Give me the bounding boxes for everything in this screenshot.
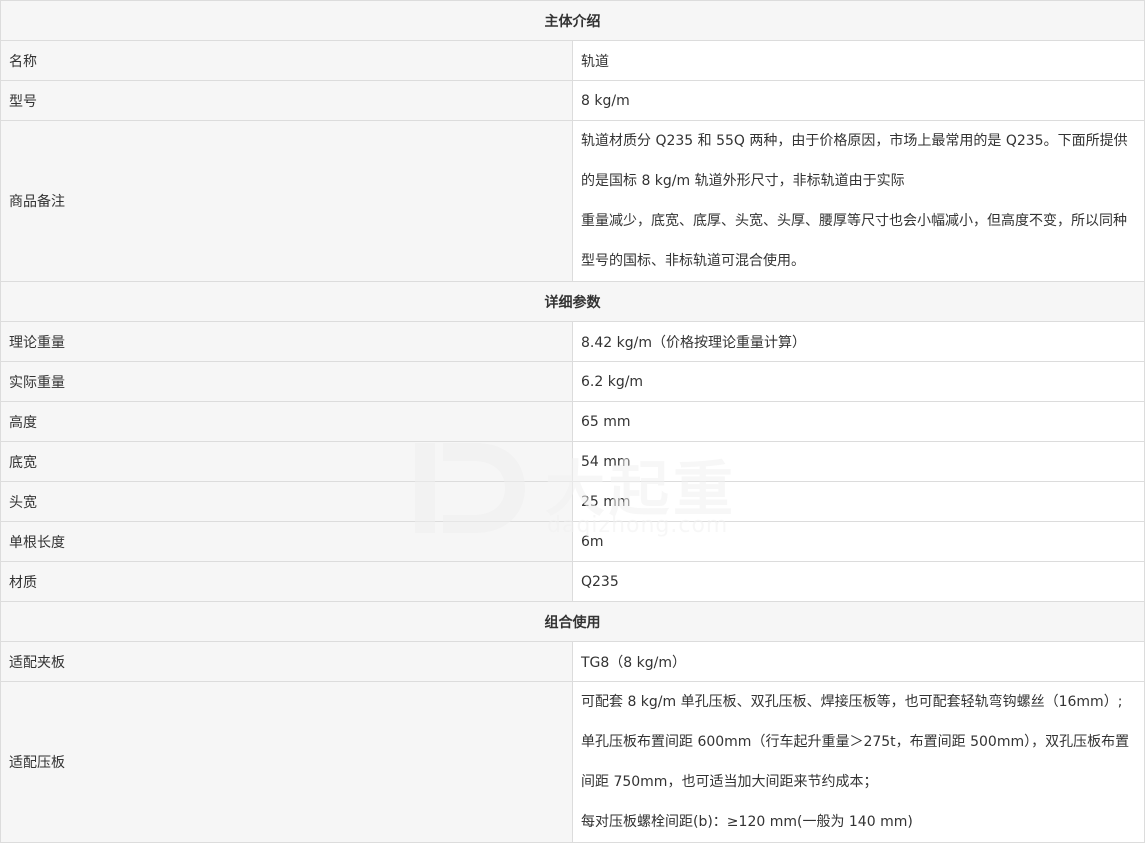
spec-table: 主体介绍 名称 轨道 型号 8 kg/m 商品备注 轨道材质分 Q235 和 5…	[0, 0, 1145, 843]
clamp-line-3: 每对压板螺栓间距(b)：≥120 mm(一般为 140 mm)	[581, 814, 913, 830]
row-label-length: 单根长度	[0, 521, 573, 562]
table-row: 材质 Q235	[0, 561, 1145, 602]
row-label-model: 型号	[0, 80, 573, 121]
table-row: 型号 8 kg/m	[0, 80, 1145, 121]
section-header-params: 详细参数	[0, 281, 1145, 322]
table-row: 高度 65 mm	[0, 401, 1145, 442]
clamp-line-1: 可配套 8 kg/m 单孔压板、双孔压板、焊接压板等，也可配套轻轨弯钩螺丝（16…	[581, 694, 1123, 710]
row-value-base-width: 54 mm	[572, 441, 1145, 482]
row-label-clamp-plate: 适配压板	[0, 681, 573, 843]
row-label-material: 材质	[0, 561, 573, 602]
row-value-model: 8 kg/m	[572, 80, 1145, 121]
table-row: 适配夹板 TG8（8 kg/m）	[0, 641, 1145, 682]
clamp-line-2: 单孔压板布置间距 600mm（行车起升重量＞275t，布置间距 500mm），双…	[581, 734, 1130, 790]
row-label-head-width: 头宽	[0, 481, 573, 522]
row-label-remark: 商品备注	[0, 120, 573, 282]
section-title-params: 详细参数	[0, 281, 1145, 322]
row-label-splice-plate: 适配夹板	[0, 641, 573, 682]
row-value-actual-weight: 6.2 kg/m	[572, 361, 1145, 402]
table-row: 底宽 54 mm	[0, 441, 1145, 482]
table-row: 适配压板 可配套 8 kg/m 单孔压板、双孔压板、焊接压板等，也可配套轻轨弯钩…	[0, 681, 1145, 843]
row-value-name: 轨道	[572, 40, 1145, 81]
row-value-theoretical-weight: 8.42 kg/m（价格按理论重量计算）	[572, 321, 1145, 362]
table-row: 商品备注 轨道材质分 Q235 和 55Q 两种，由于价格原因，市场上最常用的是…	[0, 120, 1145, 282]
row-value-splice-plate: TG8（8 kg/m）	[572, 641, 1145, 682]
remark-line-1: 轨道材质分 Q235 和 55Q 两种，由于价格原因，市场上最常用的是 Q235…	[581, 133, 1128, 189]
row-label-height: 高度	[0, 401, 573, 442]
section-title-intro: 主体介绍	[0, 0, 1145, 41]
table-row: 头宽 25 mm	[0, 481, 1145, 522]
row-label-base-width: 底宽	[0, 441, 573, 482]
row-value-height: 65 mm	[572, 401, 1145, 442]
row-value-remark: 轨道材质分 Q235 和 55Q 两种，由于价格原因，市场上最常用的是 Q235…	[572, 120, 1145, 282]
table-row: 理论重量 8.42 kg/m（价格按理论重量计算）	[0, 321, 1145, 362]
section-header-combo: 组合使用	[0, 601, 1145, 642]
remark-line-2: 重量减少，底宽、底厚、头宽、头厚、腰厚等尺寸也会小幅减小，但高度不变，所以同种型…	[581, 213, 1127, 269]
row-value-material: Q235	[572, 561, 1145, 602]
table-row: 名称 轨道	[0, 40, 1145, 81]
section-header-intro: 主体介绍	[0, 0, 1145, 41]
section-title-combo: 组合使用	[0, 601, 1145, 642]
table-row: 实际重量 6.2 kg/m	[0, 361, 1145, 402]
row-label-name: 名称	[0, 40, 573, 81]
row-value-length: 6m	[572, 521, 1145, 562]
row-value-head-width: 25 mm	[572, 481, 1145, 522]
row-label-theoretical-weight: 理论重量	[0, 321, 573, 362]
row-value-clamp-plate: 可配套 8 kg/m 单孔压板、双孔压板、焊接压板等，也可配套轻轨弯钩螺丝（16…	[572, 681, 1145, 843]
table-row: 单根长度 6m	[0, 521, 1145, 562]
row-label-actual-weight: 实际重量	[0, 361, 573, 402]
